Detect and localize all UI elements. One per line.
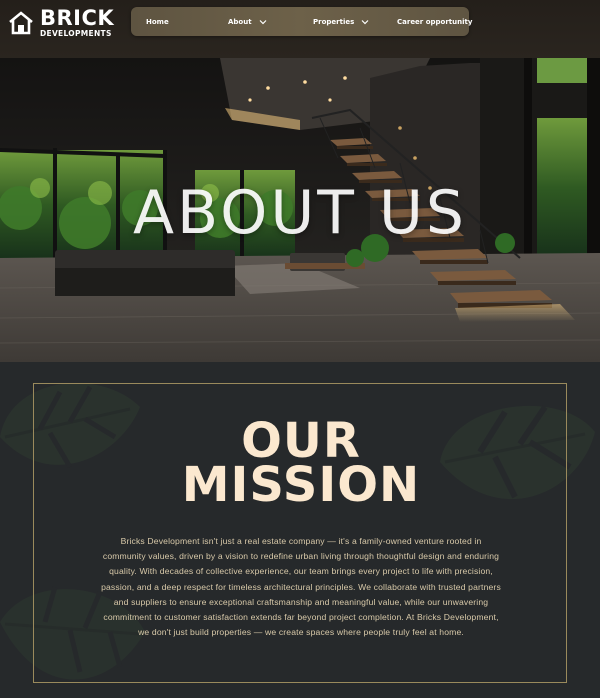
chevron-down-icon (259, 19, 267, 24)
site-header: BRICK DEVELOPMENTS Home About Properties… (0, 0, 600, 58)
nav-item-home[interactable]: Home (146, 7, 169, 36)
nav-item-label: Properties (313, 17, 355, 26)
brand-logo[interactable]: BRICK DEVELOPMENTS (8, 8, 114, 38)
nav-item-about[interactable]: About (228, 7, 267, 36)
brand-subtitle: DEVELOPMENTS (40, 29, 112, 39)
brand-name: BRICK (40, 6, 115, 31)
hero-banner: ABOUT US (0, 58, 600, 362)
mission-frame: OUR MISSION Bricks Development isn't jus… (33, 383, 567, 683)
nav-item-label: About (228, 17, 252, 26)
mission-heading-line2: MISSION (181, 457, 421, 513)
nav-item-label: Career opportunity (397, 17, 473, 26)
main-navigation: Home About Properties Career opportunity (131, 7, 472, 36)
chevron-down-icon (361, 19, 369, 24)
nav-item-label: Home (146, 17, 169, 26)
mission-section: OUR MISSION Bricks Development isn't jus… (0, 362, 600, 698)
mission-heading: OUR MISSION (34, 417, 568, 513)
mission-description: Bricks Development isn't just a real est… (101, 536, 501, 638)
house-icon (9, 11, 33, 35)
nav-item-properties[interactable]: Properties (313, 7, 369, 36)
nav-item-career-opportunity[interactable]: Career opportunity (397, 7, 472, 36)
hero-title: ABOUT US (132, 178, 468, 248)
